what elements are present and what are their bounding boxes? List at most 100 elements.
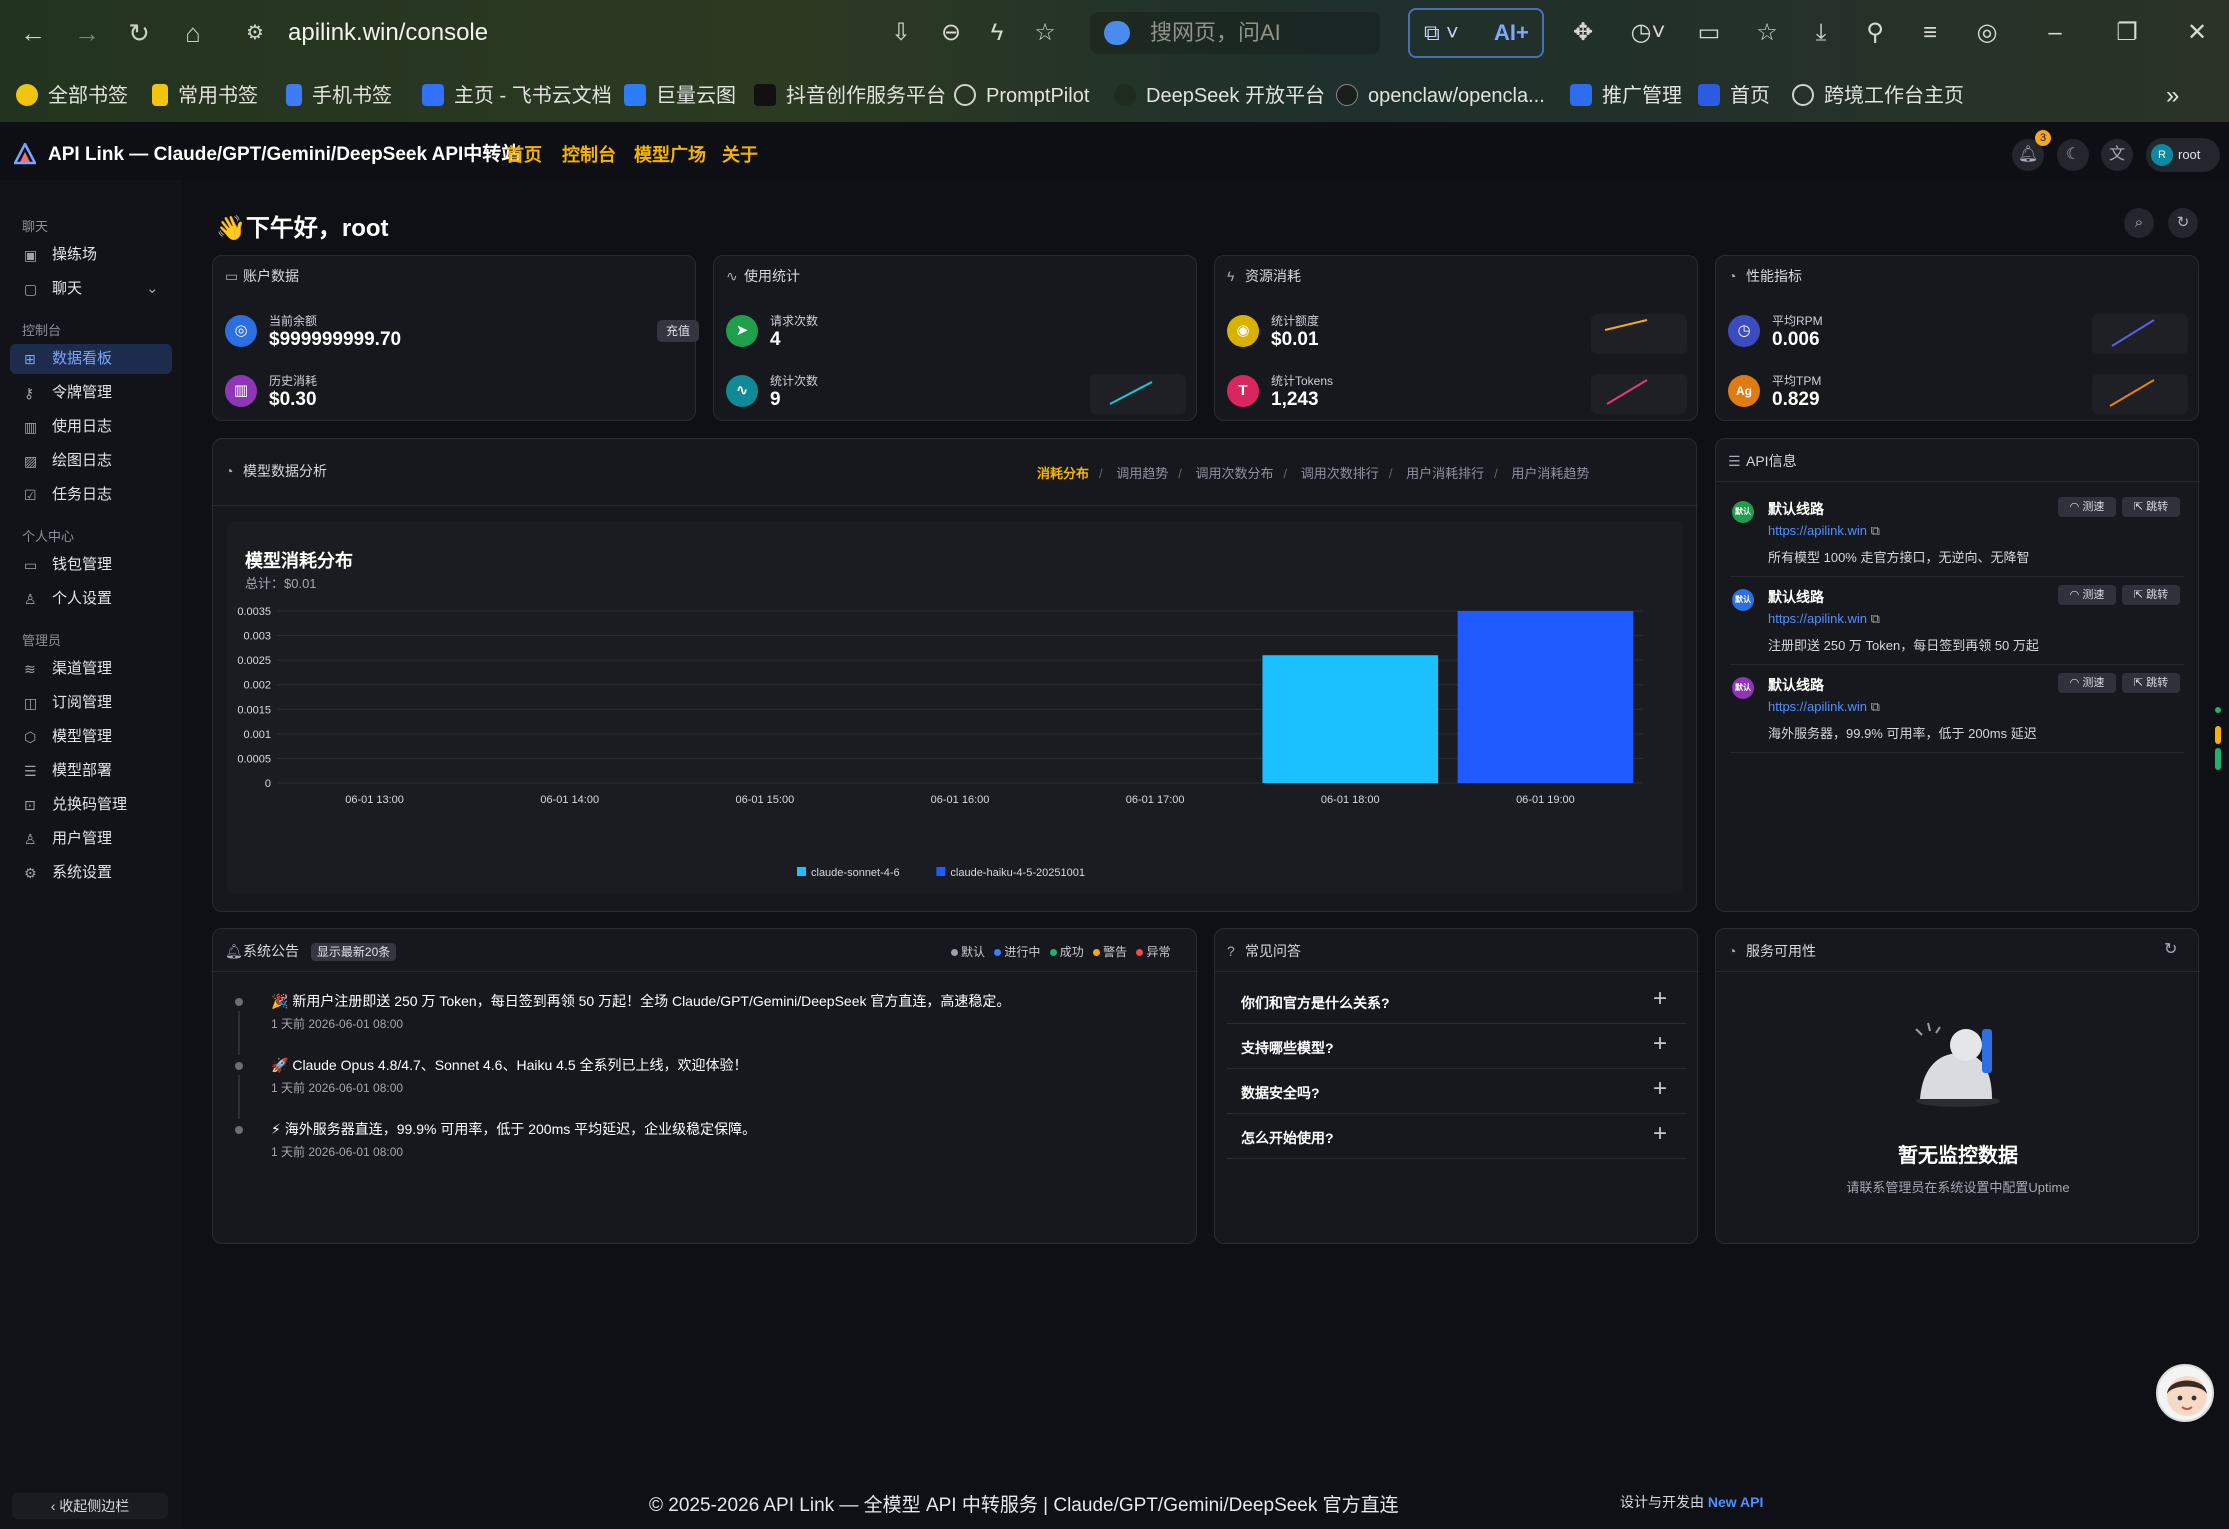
forward-icon[interactable]: → xyxy=(72,18,102,48)
bookmark-item[interactable]: 首页 xyxy=(1698,74,1770,118)
lightning-icon[interactable]: ϟ xyxy=(982,14,1012,52)
jump-button[interactable]: ⇱ 跳转 xyxy=(2122,585,2180,605)
tab-call-trend[interactable]: 调用趋势 xyxy=(1116,466,1168,481)
chevron-down-icon[interactable]: ⌄ xyxy=(146,274,159,304)
speed-test-button[interactable]: ◠ 测速 xyxy=(2058,497,2116,517)
more-bookmarks-icon[interactable]: » xyxy=(2166,74,2179,118)
search-icon[interactable]: ⌕ xyxy=(2124,208,2154,238)
route-url[interactable]: https://apilink.win ⧉ xyxy=(1768,523,1880,539)
bookmark-item[interactable]: 主页 - 飞书云文档 xyxy=(422,74,612,118)
sidebar-item-personal-settings[interactable]: ♙ 个人设置 xyxy=(10,584,172,614)
reload-icon[interactable]: ↻ xyxy=(124,18,154,48)
ai-assistant-button[interactable]: ⧉ ˅ AI+ xyxy=(1408,8,1544,58)
bookmark-star-icon[interactable]: ☆ xyxy=(1752,14,1782,52)
sidebar-item-task-log[interactable]: ☑ 任务日志 xyxy=(10,480,172,510)
profile-icon[interactable]: ◎ xyxy=(1972,14,2002,52)
bookmark-item[interactable]: 推广管理 xyxy=(1570,74,1682,118)
app-logo-icon[interactable] xyxy=(14,143,36,165)
user-menu[interactable]: R root xyxy=(2146,138,2220,172)
copy-icon[interactable]: ⧉ xyxy=(1871,699,1880,714)
sidebar-item-chat[interactable]: ▢ 聊天 ⌄ xyxy=(10,274,172,304)
back-icon[interactable]: ← xyxy=(18,18,48,48)
bookmark-item[interactable]: openclaw/opencla... xyxy=(1336,74,1545,118)
plus-icon[interactable]: + xyxy=(1653,1030,1667,1058)
nav-console[interactable]: 控制台 xyxy=(562,130,616,180)
bookmark-item[interactable]: 巨量云图 xyxy=(624,74,736,118)
new-api-link[interactable]: New API xyxy=(1708,1494,1764,1510)
sidebar-item-channels[interactable]: ≋ 渠道管理 xyxy=(10,654,172,684)
nav-model-square[interactable]: 模型广场 xyxy=(634,130,706,180)
screenshot-icon[interactable]: ⧉ ˅ xyxy=(1424,10,1459,56)
route-url[interactable]: https://apilink.win ⧉ xyxy=(1768,699,1880,715)
minimize-icon[interactable]: – xyxy=(2040,14,2070,52)
app-header: API Link — Claude/GPT/Gemini/DeepSeek AP… xyxy=(0,130,2229,180)
bookmark-item[interactable]: 常用书签 xyxy=(152,74,258,118)
bookmark-item[interactable]: DeepSeek 开放平台 xyxy=(1114,74,1325,118)
app-title[interactable]: API Link — Claude/GPT/Gemini/DeepSeek AP… xyxy=(48,130,520,180)
browser-search-box[interactable]: 搜网页，问AI xyxy=(1090,12,1380,54)
plus-icon[interactable]: + xyxy=(1653,1120,1667,1148)
collapse-sidebar-button[interactable]: ‹ 收起侧边栏 xyxy=(12,1493,168,1519)
sidebar-item-users[interactable]: ♙ 用户管理 xyxy=(10,824,172,854)
faq-item[interactable]: 支持哪些模型? + xyxy=(1227,1024,1687,1069)
zoom-out-icon[interactable]: ⊖ xyxy=(936,14,966,52)
bookmark-item[interactable]: 手机书签 xyxy=(286,74,392,118)
install-app-icon[interactable]: ⇩ xyxy=(886,14,916,52)
sidebar-item-usage-log[interactable]: ▥ 使用日志 xyxy=(10,412,172,442)
faq-item[interactable]: 数据安全吗? + xyxy=(1227,1069,1687,1114)
sidebar-item-wallet[interactable]: ▭ 钱包管理 xyxy=(10,550,172,580)
button-label: 测速 xyxy=(2082,501,2105,513)
site-settings-icon[interactable]: ⚙ xyxy=(246,10,264,56)
tab-user-cost-ranking[interactable]: 用户消耗排行 xyxy=(1406,466,1484,481)
plus-icon[interactable]: + xyxy=(1653,985,1667,1013)
folder-icon[interactable]: ▭ xyxy=(1694,14,1724,52)
tab-call-count-ranking[interactable]: 调用次数排行 xyxy=(1301,466,1379,481)
copy-icon[interactable]: ⧉ xyxy=(1871,611,1880,626)
bookmark-item[interactable]: 抖音创作服务平台 xyxy=(754,74,946,118)
tab-user-cost-trend[interactable]: 用户消耗趋势 xyxy=(1511,466,1589,481)
sidebar-item-dashboard[interactable]: ⊞ 数据看板 xyxy=(10,344,172,374)
topup-button[interactable]: 充值 xyxy=(657,320,699,342)
scrollbar[interactable] xyxy=(2214,706,2222,776)
plus-icon[interactable]: + xyxy=(1653,1075,1667,1103)
menu-icon[interactable]: ≡ xyxy=(1914,14,1946,52)
refresh-icon[interactable]: ↻ xyxy=(2168,208,2198,238)
sidebar-item-redeem[interactable]: ⊡ 兑换码管理 xyxy=(10,790,172,820)
route-name: 默认线路 xyxy=(1768,501,1824,517)
dark-mode-icon[interactable]: ☾ xyxy=(2057,139,2089,171)
tab-call-count-distribution[interactable]: 调用次数分布 xyxy=(1196,466,1274,481)
refresh-icon[interactable]: ↻ xyxy=(2164,939,2177,959)
sidebar-item-tokens[interactable]: ⚷ 令牌管理 xyxy=(10,378,172,408)
bookmark-item[interactable]: 全部书签 xyxy=(16,74,128,118)
faq-item[interactable]: 你们和官方是什么关系? + xyxy=(1227,979,1687,1024)
tab-cost-distribution[interactable]: 消耗分布 xyxy=(1037,466,1089,481)
restore-icon[interactable]: ❐ xyxy=(2112,14,2142,52)
bookmark-item[interactable]: PromptPilot xyxy=(954,74,1089,118)
home-icon[interactable]: ⌂ xyxy=(178,18,208,48)
pin-icon[interactable]: ⚲ xyxy=(1860,14,1890,52)
sidebar-item-deployments[interactable]: ☰ 模型部署 xyxy=(10,756,172,786)
close-icon[interactable]: ✕ xyxy=(2182,14,2212,52)
sidebar-item-system-settings[interactable]: ⚙ 系统设置 xyxy=(10,858,172,888)
sidebar-item-drawing-log[interactable]: ▨ 绘图日志 xyxy=(10,446,172,476)
sidebar-item-models[interactable]: ⬡ 模型管理 xyxy=(10,722,172,752)
nav-about[interactable]: 关于 xyxy=(722,130,758,180)
announcement-time: 1 天前 2026-06-01 08:00 xyxy=(271,1017,404,1031)
download-icon[interactable]: ⤓ xyxy=(1806,14,1836,52)
bookmark-item[interactable]: 跨境工作台主页 xyxy=(1792,74,1964,118)
route-url[interactable]: https://apilink.win ⧉ xyxy=(1768,611,1880,627)
speed-test-button[interactable]: ◠ 测速 xyxy=(2058,585,2116,605)
sidebar-item-playground[interactable]: ▣ 操练场 xyxy=(10,240,172,270)
jump-button[interactable]: ⇱ 跳转 xyxy=(2122,497,2180,517)
favorite-star-icon[interactable]: ☆ xyxy=(1030,14,1060,52)
copy-icon[interactable]: ⧉ xyxy=(1871,523,1880,538)
speed-test-button[interactable]: ◠ 测速 xyxy=(2058,673,2116,693)
sidebar-item-subscriptions[interactable]: ◫ 订阅管理 xyxy=(10,688,172,718)
faq-item[interactable]: 怎么开始使用? + xyxy=(1227,1114,1687,1159)
language-icon[interactable]: 文 xyxy=(2101,139,2133,171)
extensions-icon[interactable]: ✥ xyxy=(1568,14,1598,52)
nav-home[interactable]: 首页 xyxy=(506,130,542,180)
assistant-avatar[interactable] xyxy=(2156,1364,2214,1422)
history-icon[interactable]: ◷˅ xyxy=(1624,14,1672,52)
jump-button[interactable]: ⇱ 跳转 xyxy=(2122,673,2180,693)
